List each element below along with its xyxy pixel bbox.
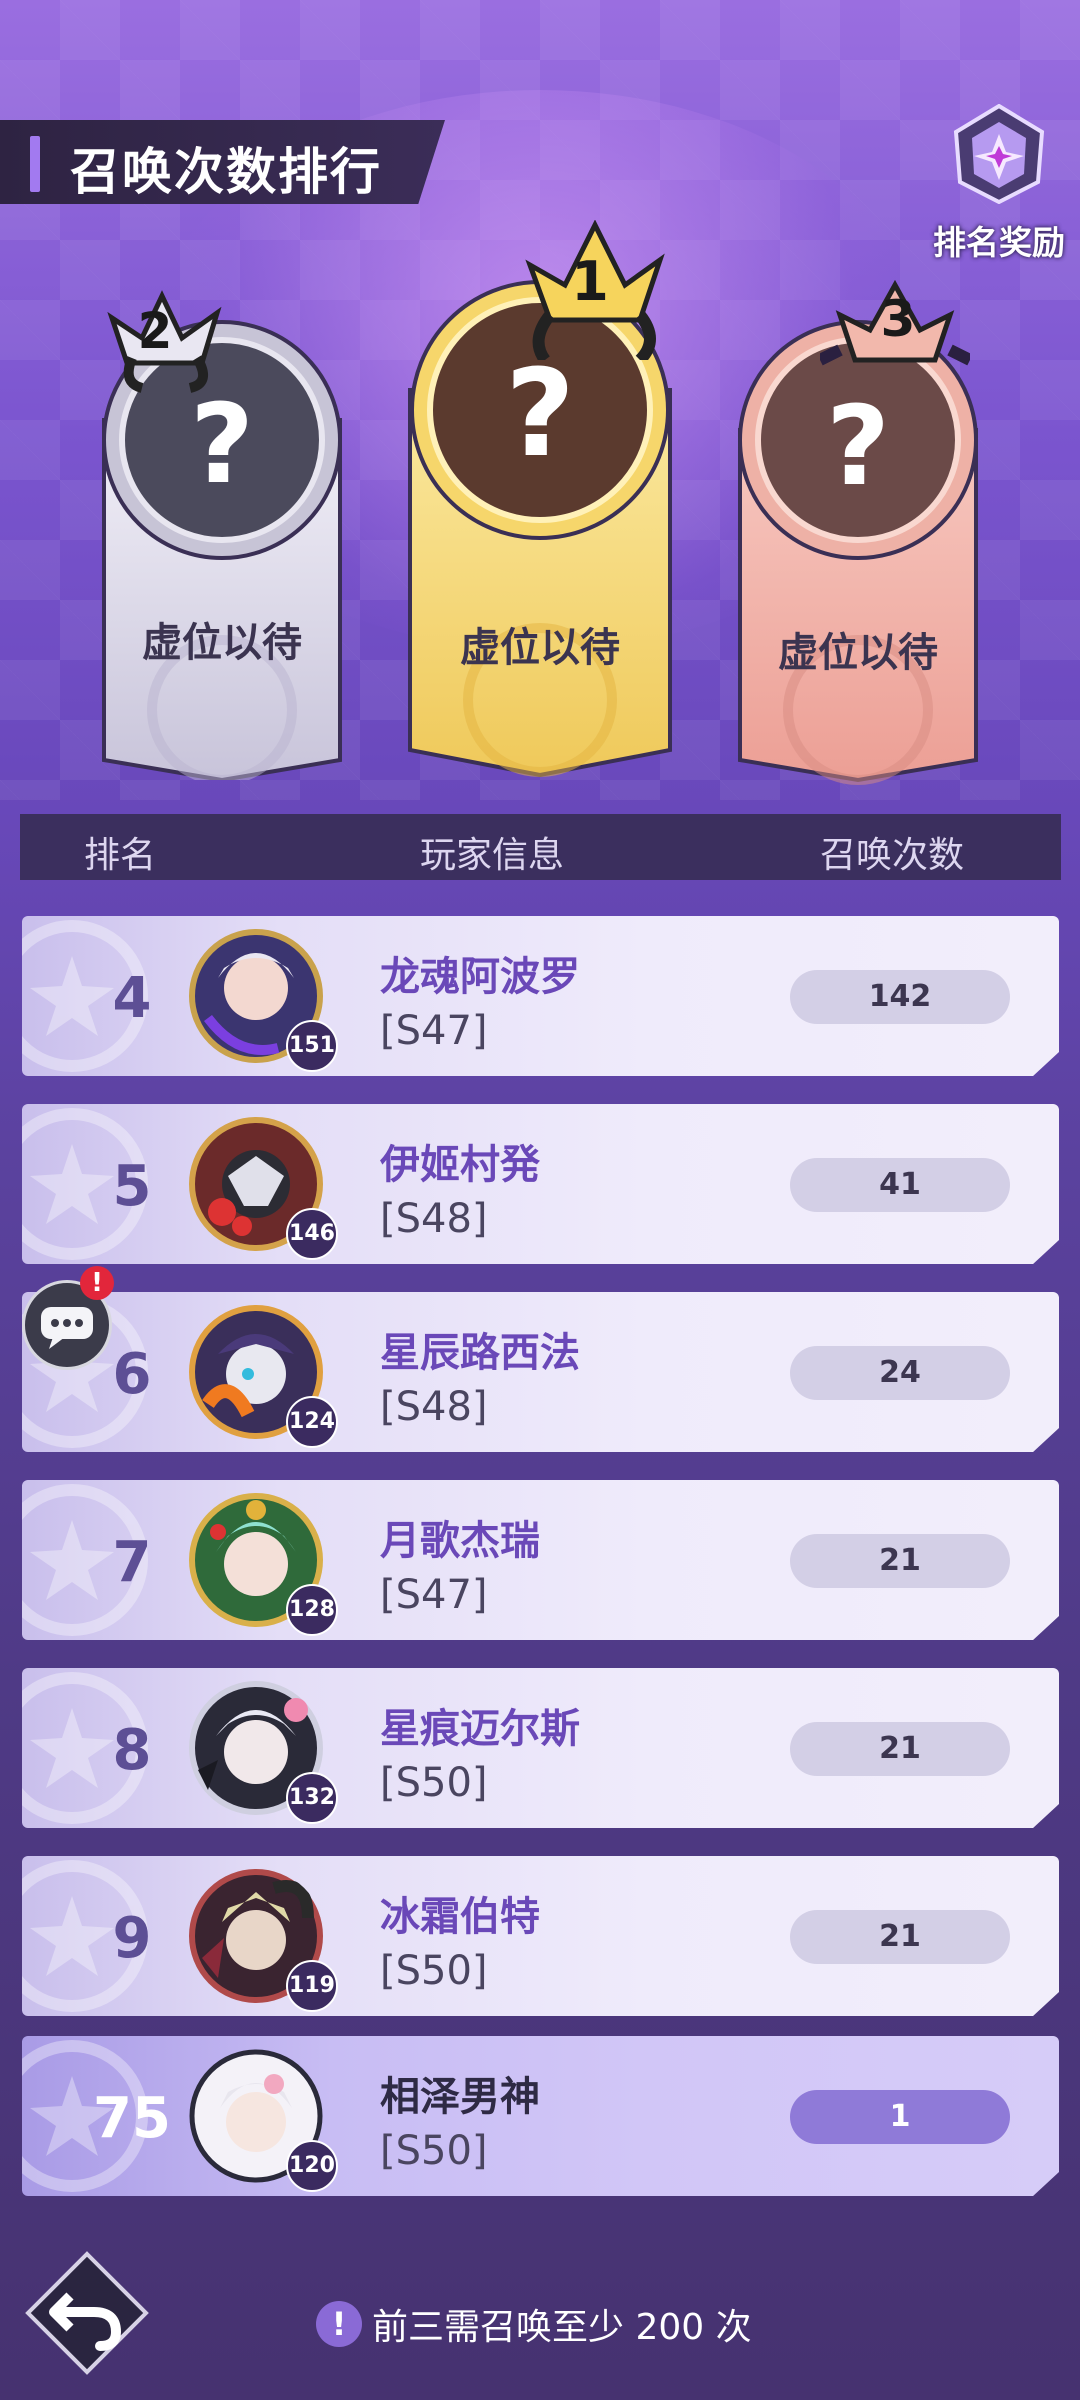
summon-count: 41 — [790, 1158, 1010, 1212]
podium-rank-3: 3 — [880, 290, 916, 348]
reward-emblem-icon — [953, 104, 1045, 204]
podium-third[interactable]: 3 ? 虚位以待 — [730, 280, 986, 790]
self-server: [S50] — [380, 2128, 488, 2174]
rank-reward-label: 排名奖励 — [933, 223, 1065, 262]
player-server: [S50] — [380, 1948, 488, 1994]
summon-count: 21 — [790, 1722, 1010, 1776]
podium-label-2: 虚位以待 — [142, 620, 302, 666]
self-name: 相泽男神 — [380, 2074, 540, 2120]
podium-rank-2: 2 — [137, 302, 173, 360]
self-rank: 75 — [93, 2086, 171, 2151]
player-server: [S47] — [380, 1008, 488, 1054]
back-button[interactable] — [24, 2250, 150, 2376]
podium-label-3: 虚位以待 — [778, 630, 938, 676]
podium-mark-2: ? — [190, 380, 254, 508]
player-name: 伊姬村発 — [380, 1142, 540, 1188]
summon-count: 21 — [790, 1910, 1010, 1964]
self-ranking-row[interactable]: 75 120 相泽男神 [S50] 1 — [22, 2036, 1059, 2196]
player-level-badge: 128 — [286, 1584, 338, 1636]
podium-second[interactable]: 2 ? 虚位以待 — [94, 280, 350, 780]
ranking-row[interactable]: 5 146 伊姬村発 [S48] 41 — [22, 1104, 1059, 1264]
podium-rank-1: 1 — [571, 250, 609, 313]
player-level-badge: 146 — [286, 1208, 338, 1260]
footer-text: 前三需召唤至少 200 次 — [372, 2307, 752, 2348]
ranking-row[interactable]: 6 124 星辰路西法 [S48] 24 — [22, 1292, 1059, 1452]
podium-first[interactable]: 1 ? 虚位以待 — [400, 220, 680, 780]
table-header: 排名 玩家信息 召唤次数 — [20, 814, 1061, 880]
player-name: 冰霜伯特 — [380, 1894, 540, 1940]
ranking-row[interactable]: 7 128 月歌杰瑞 [S47] 21 — [22, 1480, 1059, 1640]
player-server: [S50] — [380, 1760, 488, 1806]
ranking-row[interactable]: 4 151 龙魂阿波罗 [S47] 142 — [22, 916, 1059, 1076]
player-name: 月歌杰瑞 — [380, 1518, 540, 1564]
column-summon-count: 召唤次数 — [820, 835, 965, 876]
summon-count: 24 — [790, 1346, 1010, 1400]
player-server: [S47] — [380, 1572, 488, 1618]
player-level-badge: 119 — [286, 1960, 338, 2012]
title-accent — [30, 136, 40, 192]
summon-count: 21 — [790, 1534, 1010, 1588]
self-summon-count: 1 — [790, 2090, 1010, 2144]
player-server: [S48] — [380, 1384, 488, 1430]
podium-label-1: 虚位以待 — [460, 625, 620, 671]
player-name: 星痕迈尔斯 — [380, 1706, 580, 1752]
self-level-badge: 120 — [286, 2140, 338, 2192]
row-rank: 5 — [112, 1154, 152, 1219]
column-rank: 排名 — [84, 835, 157, 876]
row-rank: 9 — [112, 1906, 152, 1971]
back-arrow-icon — [25, 2251, 149, 2375]
player-name: 星辰路西法 — [380, 1330, 580, 1376]
ranking-row[interactable]: 9 119 冰霜伯特 [S50] 21 — [22, 1856, 1059, 2016]
player-name: 龙魂阿波罗 — [380, 954, 580, 1000]
warning-icon: ! — [316, 2301, 362, 2347]
page-title: 召唤次数排行 — [70, 143, 382, 201]
player-level-badge: 124 — [286, 1396, 338, 1448]
row-rank: 8 — [112, 1718, 152, 1783]
footer-note: ! 前三需召唤至少 200 次 — [316, 2298, 752, 2350]
player-level-badge: 132 — [286, 1772, 338, 1824]
row-rank: 7 — [112, 1530, 152, 1595]
podium-mark-3: ? — [826, 382, 890, 510]
chat-alert-badge: ! — [80, 1266, 114, 1300]
rank-reward-button[interactable]: 排名奖励 — [924, 98, 1074, 262]
player-level-badge: 151 — [286, 1020, 338, 1072]
summon-count: 142 — [790, 970, 1010, 1024]
player-server: [S48] — [380, 1196, 488, 1242]
ranking-row[interactable]: 8 132 星痕迈尔斯 [S50] 21 — [22, 1668, 1059, 1828]
podium-mark-1: ? — [505, 345, 575, 484]
column-player-info: 玩家信息 — [420, 835, 565, 876]
row-rank: 4 — [112, 966, 152, 1031]
